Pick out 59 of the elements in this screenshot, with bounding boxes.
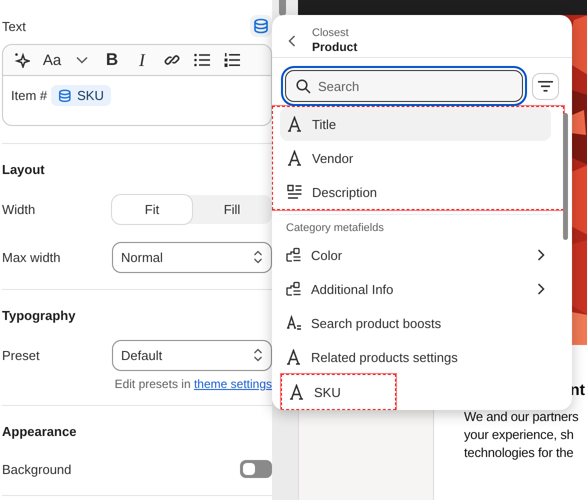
- dynamic-source-button[interactable]: [250, 15, 272, 37]
- scrollbar-thumb[interactable]: [279, 0, 286, 16]
- stacked-blocks-icon: [286, 247, 301, 263]
- field-option[interactable]: Vendor: [280, 141, 551, 175]
- dynamic-token[interactable]: SKU: [51, 85, 111, 106]
- chevron-right-icon: [537, 283, 545, 295]
- italic-button[interactable]: I: [127, 47, 157, 73]
- field-label: Background: [2, 462, 72, 476]
- field-option[interactable]: Search product boosts: [279, 306, 552, 340]
- banner-text: We and our partners your experience, sh technologies for the: [463, 408, 580, 462]
- filter-button[interactable]: [532, 72, 559, 100]
- group-heading: Category metafields: [279, 214, 552, 238]
- stacked-blocks-icon: [286, 281, 301, 297]
- bold-button[interactable]: B: [97, 47, 127, 73]
- segment-option[interactable]: Fill: [192, 194, 272, 224]
- bullet-list-icon: [194, 53, 210, 67]
- field-label: Preset: [2, 348, 40, 362]
- database-icon: [58, 88, 72, 102]
- serif-letter-icon: [289, 384, 304, 400]
- field-option[interactable]: Title: [280, 107, 551, 141]
- field-label: Max width: [2, 250, 61, 264]
- numbered-list-icon: [224, 52, 240, 68]
- chevron-updown-icon: [253, 250, 263, 264]
- serif-letter-icon: [287, 116, 302, 132]
- section-heading: Layout: [2, 161, 46, 179]
- section-heading: Typography: [2, 307, 76, 325]
- chevron-left-icon: [288, 34, 296, 46]
- field-label: Width: [2, 202, 36, 216]
- field-option[interactable]: Description: [280, 175, 551, 209]
- help-text: Edit presets in theme settings: [114, 377, 272, 391]
- chevron-updown-icon: [253, 348, 263, 362]
- section-heading: Appearance: [2, 423, 78, 441]
- scrollbar-thumb[interactable]: [563, 113, 568, 240]
- font-size-button[interactable]: Aa: [37, 47, 67, 73]
- sparkle-icon: [14, 52, 30, 68]
- theme-settings-link[interactable]: theme settings: [194, 377, 272, 391]
- chevron-right-icon: [537, 249, 545, 261]
- field-option[interactable]: Related products settings: [279, 340, 552, 374]
- breadcrumb-text: Closest: [312, 26, 350, 40]
- filter-icon: [538, 80, 553, 92]
- editor-text: Item #: [11, 88, 48, 103]
- field-option[interactable]: SKU: [282, 375, 393, 409]
- link-icon: [164, 52, 180, 68]
- caret-icon: [76, 56, 88, 64]
- serif-letter-icon: [286, 349, 301, 365]
- paragraph-icon: [287, 184, 302, 200]
- search-field[interactable]: Search: [285, 70, 523, 102]
- letter-lines-icon: [286, 315, 301, 331]
- segment-option[interactable]: Fit: [112, 194, 192, 224]
- select-field[interactable]: Default: [112, 340, 272, 370]
- field-label: Text: [2, 18, 26, 34]
- field-option[interactable]: Color: [279, 238, 552, 272]
- toggle-switch[interactable]: [240, 460, 272, 478]
- picker-title: Product: [312, 40, 358, 54]
- select-field[interactable]: Normal: [112, 242, 272, 272]
- search-icon: [296, 79, 311, 94]
- field-option[interactable]: Additional Info: [279, 272, 552, 306]
- database-icon: [253, 18, 269, 34]
- serif-letter-icon: [287, 150, 302, 166]
